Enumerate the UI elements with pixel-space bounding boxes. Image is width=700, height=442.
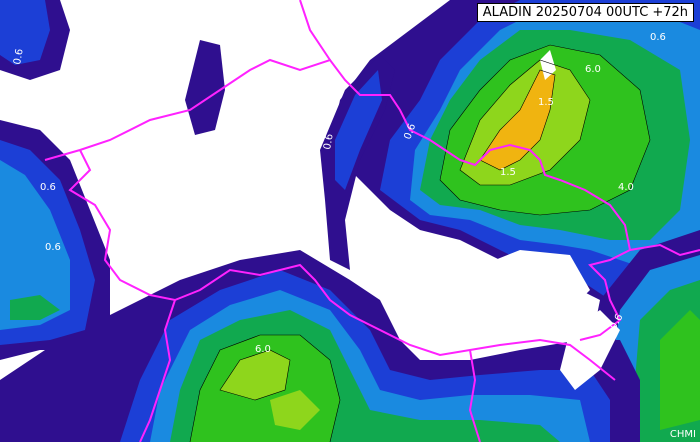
run-info-label: ALADIN 20250704 00UTC +72h — [476, 3, 694, 22]
lead-time: +72h — [652, 5, 688, 20]
contour-label: 6.0 — [585, 64, 601, 75]
model-name: ALADIN — [482, 5, 532, 20]
contour-label: 0.6 — [650, 32, 666, 43]
watermark-text: CHMI — [669, 429, 696, 440]
precipitation-map: 0.6 0.6 0.6 0.6 0.6 0.6 1.5 1.5 6.0 6.0 … — [0, 0, 700, 442]
contour-label: 6.0 — [255, 344, 271, 355]
contour-label: 1.5 — [500, 167, 516, 178]
contour-label: 0.6 — [45, 242, 61, 253]
contour-label: 0.6 — [40, 182, 56, 193]
run-time: 20250704 00UTC — [535, 5, 649, 20]
contour-label: 1.5 — [538, 97, 554, 108]
contour-label: 4.0 — [618, 182, 634, 193]
